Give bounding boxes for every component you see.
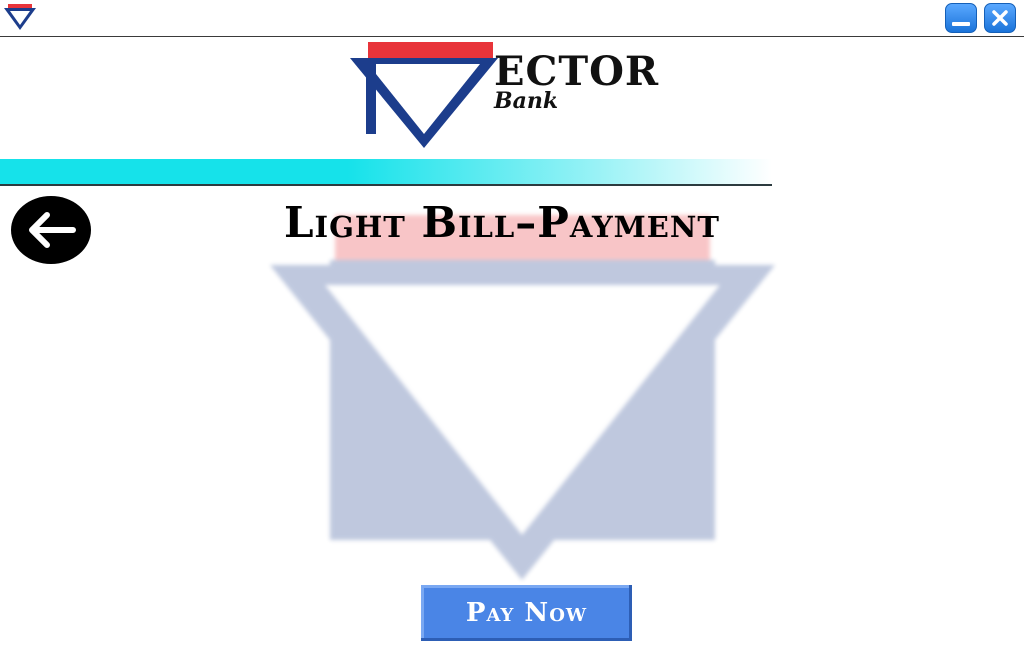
back-button[interactable] [11,196,91,264]
arrow-left-icon [29,212,76,248]
page-title: Light Bill–Payment [284,198,720,247]
close-icon [992,10,1008,26]
pay-now-button[interactable]: Pay Now [421,585,632,641]
title-bar [0,0,1024,37]
vector-bank-logo-icon [4,4,36,30]
header-divider [0,159,772,186]
brand-sub: Bank [494,88,559,114]
watermark-logo [270,215,775,580]
minimize-button[interactable] [945,3,977,33]
brand-name: ECTOR [494,48,660,95]
close-button[interactable] [984,3,1016,33]
minimize-icon [952,22,970,26]
